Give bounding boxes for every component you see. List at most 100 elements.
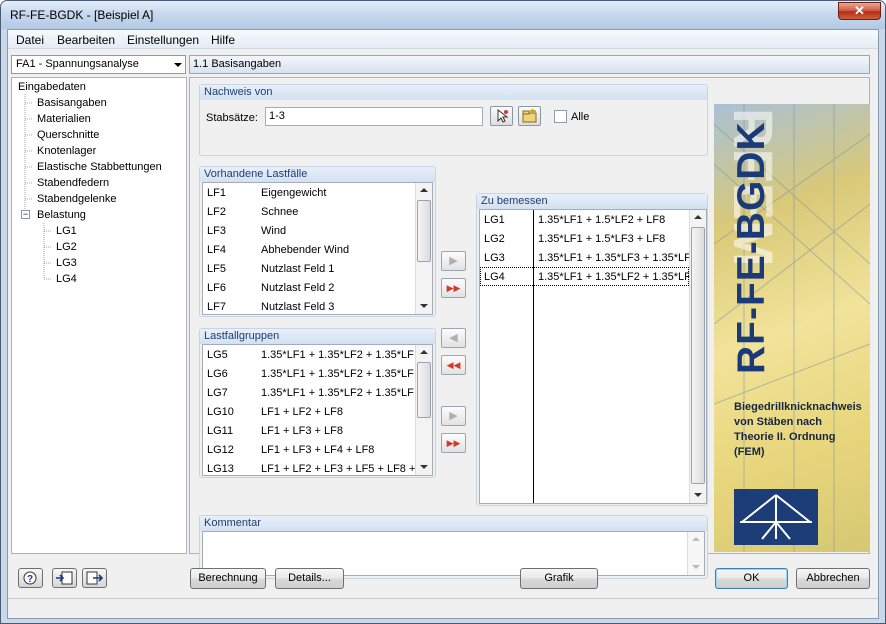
lastfall-row[interactable]: LF1 Eigengewicht [203,183,432,202]
stabsaetze-input[interactable]: 1-3 [265,107,483,126]
row-id: LG3 [484,252,505,264]
alle-checkbox[interactable] [554,110,567,123]
add-all-groups-button[interactable]: ▶▶ [441,433,466,453]
vorhandene-lastfaelle-list[interactable]: LF1 Eigengewicht LF2 Schnee LF3 Wind LF4 Abhebe… [202,182,433,315]
scroll-thumb[interactable] [417,362,431,418]
bemessen-row[interactable]: LG1 1.35*LF1 + 1.5*LF2 + LF8 [480,210,706,229]
section-title: 1.1 Basisangaben [193,58,282,70]
focus-row [480,267,689,286]
case-dropdown[interactable]: FA1 - Spannungsanalyse [11,55,186,74]
scroll-down-icon[interactable] [420,304,428,308]
section-header: 1.1 Basisangaben [189,55,870,74]
lastfall-row[interactable]: LF6 Nutzlast Feld 2 [203,278,432,297]
zu-bemessen-group: Zu bemessen LG1 1.35*LF1 + 1.5*LF2 + LF8 L… [476,193,708,506]
vorhandene-scrollbar[interactable] [415,183,432,314]
nav-item-stabendgelenke[interactable]: Stabendgelenke [37,193,117,205]
details-button[interactable]: Details... [275,568,344,589]
add-selected-button[interactable]: ▶ [441,251,466,271]
banner-product-name: RF-FE-BGDK [730,121,773,374]
lastfall-row[interactable]: LF3 Wind [203,221,432,240]
scroll-thumb[interactable] [691,227,705,484]
banner-description: Biegedrillknicknachweis von Stäben nach … [734,400,862,460]
export-icon [86,571,104,585]
row-id: LF7 [207,301,226,313]
remove-selected-button[interactable]: ◀ [441,328,466,348]
pick-members-button[interactable] [490,106,513,126]
nav-item-materialien[interactable]: Materialien [37,113,91,125]
lastfallgruppen-scrollbar[interactable] [415,345,432,475]
banner-desc-line: von Stäben nach [734,416,823,428]
navigation-tree: Eingabedaten Basisangaben Materialien Qu… [11,77,187,554]
dlubal-logo [734,489,818,545]
nav-item-querschnitte[interactable]: Querschnitte [37,129,99,141]
lastfallgruppe-row[interactable]: LG11 LF1 + LF3 + LF8 [203,421,432,440]
berechnung-button[interactable]: Berechnung [190,568,266,589]
lastfallgruppe-row[interactable]: LG6 1.35*LF1 + 1.35*LF2 + 1.35*LF [203,364,432,383]
nav-item-stabendfedern[interactable]: Stabendfedern [37,177,109,189]
lastfallgruppe-row[interactable]: LG12 LF1 + LF3 + LF4 + LF8 [203,440,432,459]
nav-subitem-lg1[interactable]: LG1 [56,225,77,237]
collapse-toggle-icon[interactable]: − [21,210,30,219]
row-description: Eigengewicht [261,187,327,199]
nav-item-knotenlager[interactable]: Knotenlager [37,145,96,157]
row-id: LG1 [484,214,505,226]
bemessen-row[interactable]: LG2 1.35*LF1 + 1.5*LF3 + LF8 [480,229,706,248]
lastfall-row[interactable]: LF2 Schnee [203,202,432,221]
bridge-logo-icon [740,494,812,540]
menu-bearbeiten[interactable]: Bearbeiten [57,33,115,47]
lastfall-row[interactable]: LF5 Nutzlast Feld 1 [203,259,432,278]
lastfallgruppe-row[interactable]: LG7 1.35*LF1 + 1.35*LF2 + 1.35*LF [203,383,432,402]
kommentar-scrollbar[interactable] [687,532,704,575]
menu-datei[interactable]: Datei [16,33,44,47]
scroll-up-icon[interactable] [420,350,428,354]
nav-subitem-lg2[interactable]: LG2 [56,241,77,253]
lastfallgruppen-list[interactable]: LG5 1.35*LF1 + 1.35*LF2 + 1.35*LF LG6 1.35*… [202,344,433,476]
row-id: LF5 [207,263,226,275]
lastfall-row[interactable]: LF4 Abhebender Wind [203,240,432,259]
row-description: Nutzlast Feld 2 [261,282,335,294]
row-description: 1.35*LF1 + 1.35*LF3 + 1.35*LF [538,252,691,264]
row-id: LG11 [207,425,234,437]
bemessen-row[interactable]: LG3 1.35*LF1 + 1.35*LF3 + 1.35*LF [480,248,706,267]
add-selected-group-button[interactable]: ▶ [441,406,466,426]
import-button[interactable] [52,568,77,588]
alle-label: Alle [571,111,590,123]
lastfall-row[interactable]: LF7 Nutzlast Feld 3 [203,297,432,314]
zu-bemessen-list[interactable]: LG1 1.35*LF1 + 1.5*LF2 + LF8 LG2 1.35*LF1 +… [479,209,707,504]
close-button[interactable]: ✕ [838,2,881,20]
window-title: RF-FE-BGDK - [Beispiel A] [10,8,154,22]
help-button[interactable]: ? [18,568,43,588]
scroll-down-icon[interactable] [420,465,428,469]
nav-item-elastische-stabbettungen[interactable]: Elastische Stabbettungen [37,161,162,173]
remove-all-button[interactable]: ◀◀ [441,355,466,375]
scroll-down-icon[interactable] [692,565,700,569]
ok-button[interactable]: OK [715,568,788,589]
lastfallgruppe-row[interactable]: LG10 LF1 + LF2 + LF8 [203,402,432,421]
row-description: Nutzlast Feld 3 [261,301,335,313]
row-description: LF1 + LF2 + LF8 [261,406,343,418]
nav-item-belastung[interactable]: Belastung [37,209,86,221]
nav-subitem-lg4[interactable]: LG4 [56,273,77,285]
lastfallgruppe-row[interactable]: LG5 1.35*LF1 + 1.35*LF2 + 1.35*LF [203,345,432,364]
nav-subitem-lg3[interactable]: LG3 [56,257,77,269]
nav-root-eingabedaten[interactable]: Eingabedaten [18,81,86,93]
menu-hilfe[interactable]: Hilfe [211,33,235,47]
abbrechen-button[interactable]: Abbrechen [796,568,870,589]
export-button[interactable] [82,568,107,588]
grafik-button[interactable]: Grafik [520,568,598,589]
scroll-thumb[interactable] [417,200,431,262]
lastfallgruppe-row[interactable]: LG13 LF1 + LF2 + LF3 + LF5 + LF8 + [203,459,432,475]
add-all-button[interactable]: ▶▶ [441,278,466,298]
row-description: 1.35*LF1 + 1.5*LF2 + LF8 [538,214,666,226]
menu-bar: Datei Bearbeiten Einstellungen Hilfe [8,30,878,49]
nav-item-basisangaben[interactable]: Basisangaben [37,97,107,109]
scroll-down-icon[interactable] [694,493,702,497]
menu-einstellungen[interactable]: Einstellungen [127,33,199,47]
zu-bemessen-scrollbar[interactable] [689,210,706,503]
scroll-up-icon[interactable] [694,215,702,219]
new-member-set-button[interactable] [518,106,541,126]
scroll-up-icon[interactable] [692,537,700,541]
scroll-up-icon[interactable] [420,188,428,192]
application-window: RF-FE-BGDK - [Beispiel A] ✕ Datei Bearbe… [0,0,886,624]
row-description: 1.35*LF1 + 1.35*LF2 + 1.35*LF [261,368,414,380]
